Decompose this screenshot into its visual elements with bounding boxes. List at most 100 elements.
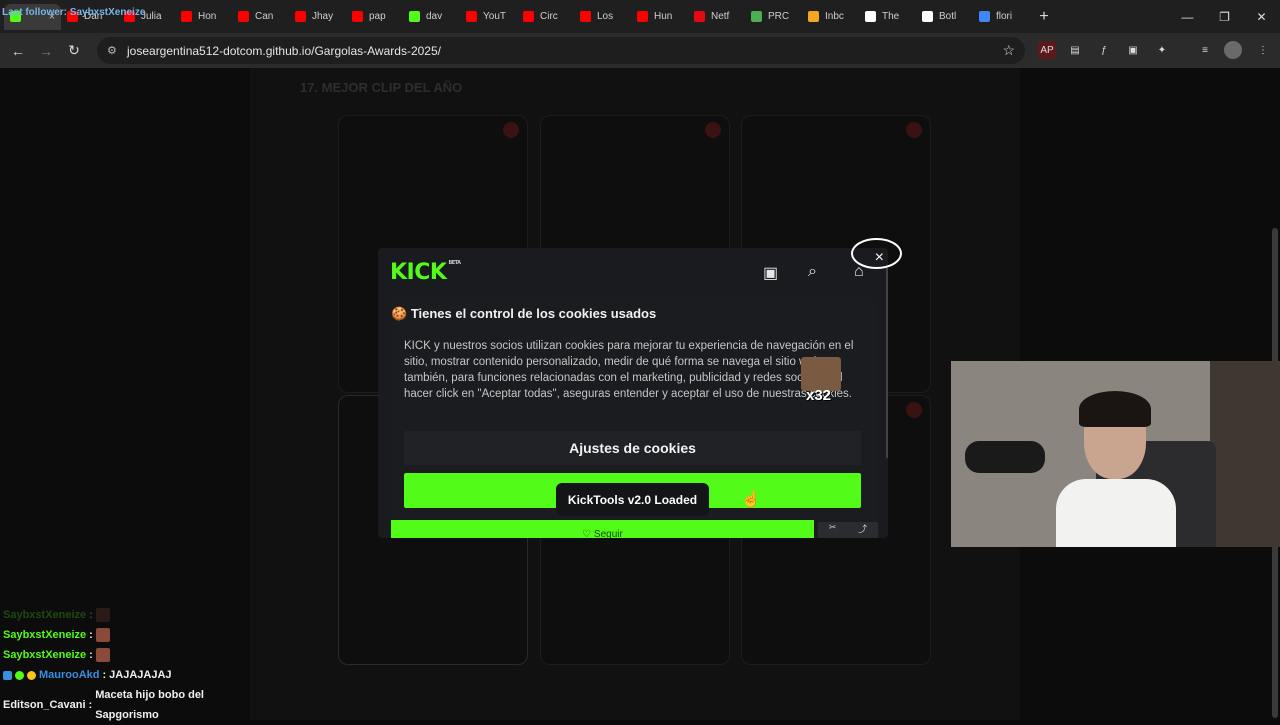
chat-message: SaybxstXeneize :: [3, 645, 223, 665]
bottom-actions: ✂ ⤴: [818, 522, 878, 538]
browser-tab[interactable]: PRC: [745, 4, 802, 30]
clip-badge: [906, 402, 922, 418]
tab-strip: × Dan Julia Hon Can Jhay pap dav YouT Circ Los Hun N…: [4, 3, 1030, 30]
tab-label: Botl: [939, 11, 957, 22]
kick-logo: KICK BETA: [390, 260, 461, 285]
toolbar: ← → ↻ ⚙ joseargentina512-dotcom.github.i…: [0, 33, 1280, 68]
search-icon[interactable]: ⌕: [808, 263, 817, 281]
webcam-feed: [951, 361, 1280, 547]
reload-icon[interactable]: ↻: [60, 42, 88, 59]
microphone-icon: [965, 441, 1045, 473]
tab-label: Netf: [711, 11, 730, 22]
new-tab-button[interactable]: +: [1030, 8, 1058, 26]
section-title: 17. MEJOR CLIP DEL AÑO: [300, 80, 463, 95]
emote-icon: [95, 648, 110, 662]
chat-message: SaybxstXeneize :: [3, 625, 223, 645]
cookie-description: KICK y nuestros socios utilizan cookies …: [404, 340, 854, 400]
favicon-icon: [523, 11, 534, 22]
extension-icon[interactable]: ▤: [1066, 41, 1084, 59]
restore-icon[interactable]: ❐: [1206, 0, 1243, 33]
browser-tab[interactable]: Can: [232, 4, 289, 30]
tab-label: The: [882, 11, 900, 22]
tab-label: Inbc: [825, 11, 844, 22]
browser-tab[interactable]: Los: [574, 4, 631, 30]
modal-scrollbar[interactable]: [886, 268, 888, 458]
favicon-icon: [352, 11, 363, 22]
follow-button[interactable]: ♡ Seguir: [391, 520, 814, 538]
extension-icon[interactable]: ▣: [1124, 41, 1142, 59]
minimize-icon[interactable]: —: [1169, 0, 1206, 33]
chat-message: MaurooAkd : JAJAJAJAJ: [3, 665, 223, 685]
kicktools-toast: KickTools v2.0 Loaded: [556, 483, 709, 516]
browser-tab[interactable]: Hun: [631, 4, 688, 30]
favicon-icon: [694, 11, 705, 22]
favicon-icon: [181, 11, 192, 22]
tab-label: pap: [369, 11, 386, 22]
tab-bar: × Dan Julia Hon Can Jhay pap dav YouT Circ Los Hun N…: [0, 0, 1280, 33]
browser-tab[interactable]: Botl: [916, 4, 973, 30]
favicon-icon: [409, 11, 420, 22]
favicon-icon: [808, 11, 819, 22]
browse-icon[interactable]: ▣: [763, 263, 778, 283]
extension-icon[interactable]: AP: [1038, 41, 1056, 59]
browser-tab[interactable]: Hon: [175, 4, 232, 30]
badge-icon: [15, 670, 24, 680]
kick-header: KICK BETA ▣ ⌕ ⌂: [378, 248, 888, 298]
browser-tab[interactable]: The: [859, 4, 916, 30]
favicon-icon: [751, 11, 762, 22]
close-window-icon[interactable]: ✕: [1243, 0, 1280, 33]
puzzle-icon[interactable]: ✦: [1153, 41, 1171, 59]
url-text: joseargentina512-dotcom.github.io/Gargol…: [127, 43, 441, 58]
favicon-icon: [865, 11, 876, 22]
avatar[interactable]: [1224, 41, 1242, 59]
browser-tab[interactable]: YouT: [460, 4, 517, 30]
badge-icon: [3, 670, 12, 680]
emote-multiplier: x32: [806, 387, 832, 404]
share-icon[interactable]: ⤴: [858, 522, 867, 538]
favicon-icon: [238, 11, 249, 22]
browser-tab[interactable]: Inbc: [802, 4, 859, 30]
hand-cursor-icon: ☝: [741, 491, 761, 508]
tab-label: Los: [597, 11, 614, 22]
tab-label: Can: [255, 11, 274, 22]
extension-icon[interactable]: ƒ: [1095, 41, 1113, 59]
tab-label: Circ: [540, 11, 558, 22]
emote-icon: [95, 608, 110, 622]
favicon-icon: [466, 11, 477, 22]
window-controls: — ❐ ✕: [1169, 0, 1280, 33]
browser-tab[interactable]: dav: [403, 4, 460, 30]
media-icon[interactable]: ≡: [1196, 41, 1214, 59]
clip-badge: [503, 122, 519, 138]
favicon-icon: [295, 11, 306, 22]
browser-tab[interactable]: pap: [346, 4, 403, 30]
clip-badge: [705, 122, 721, 138]
browser-tab[interactable]: Netf: [688, 4, 745, 30]
address-bar[interactable]: ⚙ joseargentina512-dotcom.github.io/Garg…: [97, 37, 1025, 64]
browser-tab[interactable]: Circ: [517, 4, 574, 30]
webcam-shelf: [1210, 361, 1280, 547]
emote-icon: [95, 628, 110, 642]
tab-label: Hon: [198, 11, 217, 22]
tab-label: YouT: [483, 11, 506, 22]
badge-icon: [27, 670, 36, 680]
site-info-icon[interactable]: ⚙: [107, 44, 121, 57]
menu-dots-icon[interactable]: ⋮: [1254, 41, 1272, 59]
browser-tab[interactable]: flori: [973, 4, 1030, 30]
forward-icon[interactable]: →: [32, 43, 60, 59]
emote-image: [801, 357, 841, 391]
clip-icon[interactable]: ✂: [829, 522, 837, 538]
browser-tab[interactable]: Jhay: [289, 4, 346, 30]
favicon-icon: [637, 11, 648, 22]
back-icon[interactable]: ←: [4, 43, 32, 59]
clip-badge: [906, 122, 922, 138]
bookmark-star-icon[interactable]: ☆: [1002, 42, 1015, 59]
chat-message: Editson_Cavani : Maceta hijo bobo del Sa…: [3, 689, 204, 721]
close-modal-button[interactable]: ×: [851, 238, 902, 269]
cookie-settings-button[interactable]: Ajustes de cookies: [404, 431, 861, 465]
chat-message: SaybxstXeneize :: [3, 605, 223, 625]
follower-overlay: Last follower: SaybxstXeneize: [2, 7, 146, 18]
cookie-title: 🍪 Tienes el control de los cookies usado…: [391, 306, 657, 321]
favicon-icon: [979, 11, 990, 22]
tab-label: Jhay: [312, 11, 334, 22]
favicon-icon: [580, 11, 591, 22]
